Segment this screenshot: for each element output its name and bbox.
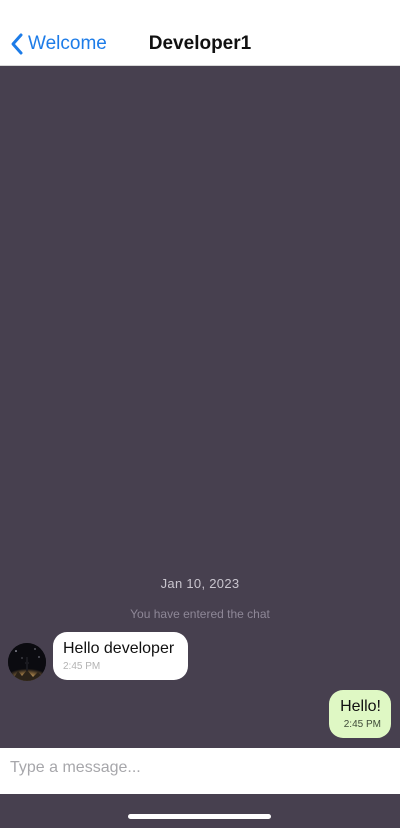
date-separator: Jan 10, 2023 bbox=[160, 576, 240, 591]
composer-bar bbox=[0, 748, 400, 794]
chat-screen: Developer1 Welcome Jan 10, 2023 You have… bbox=[0, 0, 400, 828]
message-text: Hello! bbox=[340, 698, 381, 715]
system-message: You have entered the chat bbox=[130, 607, 270, 621]
home-indicator[interactable] bbox=[128, 814, 271, 819]
outgoing-message-bubble[interactable]: Hello! 2:45 PM bbox=[329, 690, 391, 738]
navigation-bar: Developer1 Welcome bbox=[0, 0, 400, 66]
avatar-image bbox=[8, 643, 46, 681]
message-input[interactable] bbox=[0, 748, 400, 788]
incoming-message-bubble[interactable]: Hello developer 2:45 PM bbox=[53, 632, 188, 680]
avatar[interactable] bbox=[8, 643, 46, 681]
chevron-left-icon bbox=[11, 33, 23, 55]
message-timestamp: 2:45 PM bbox=[63, 661, 101, 672]
message-timestamp: 2:45 PM bbox=[343, 719, 381, 730]
back-button[interactable]: Welcome bbox=[8, 31, 107, 57]
back-button-label: Welcome bbox=[28, 33, 107, 54]
message-text: Hello developer bbox=[63, 640, 175, 657]
